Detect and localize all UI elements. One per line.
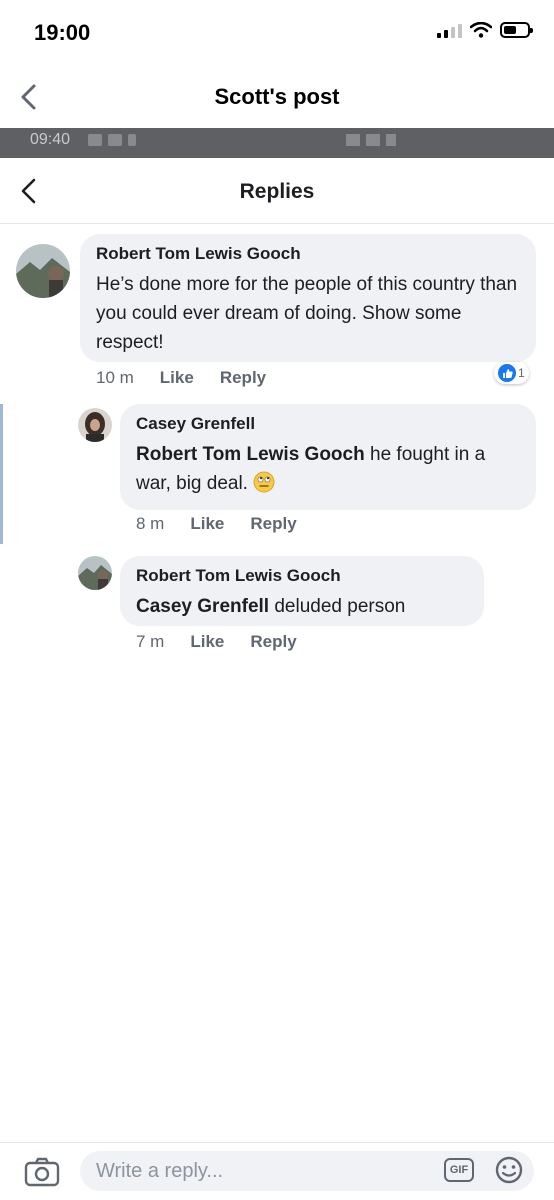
reaction-count: 1 bbox=[518, 366, 525, 380]
comment-text: He’s done more for the people of this co… bbox=[96, 274, 518, 353]
comment-timestamp: 7 m bbox=[136, 632, 165, 651]
wifi-icon bbox=[470, 22, 492, 38]
replies-header: Replies bbox=[0, 158, 554, 224]
reply-composer: GIF bbox=[0, 1142, 554, 1200]
comment-body: deluded person bbox=[269, 596, 406, 617]
gif-button[interactable]: GIF bbox=[444, 1158, 474, 1182]
reply-thread-line bbox=[0, 404, 3, 544]
eye-roll-emoji-icon bbox=[253, 471, 275, 493]
avatar[interactable] bbox=[78, 556, 112, 590]
mention-link[interactable]: Casey Grenfell bbox=[136, 596, 269, 617]
comment-author[interactable]: Robert Tom Lewis Gooch bbox=[136, 566, 468, 586]
comment-text: Robert Tom Lewis Gooch he fought in a wa… bbox=[136, 440, 520, 498]
mention-link[interactable]: Robert Tom Lewis Gooch bbox=[136, 444, 365, 465]
comment-actions: 7 m Like Reply bbox=[136, 632, 297, 652]
status-icons bbox=[437, 22, 533, 38]
like-button[interactable]: Like bbox=[160, 368, 194, 388]
comment-actions: 8 m Like Reply bbox=[136, 514, 297, 534]
battery-icon bbox=[500, 22, 533, 38]
comment-author[interactable]: Robert Tom Lewis Gooch bbox=[96, 244, 520, 264]
comment-actions: 10 m Like Reply bbox=[96, 368, 266, 388]
avatar[interactable] bbox=[16, 244, 70, 298]
comment-bubble: Robert Tom Lewis Gooch He’s done more fo… bbox=[80, 234, 536, 362]
comment-bubble: Casey Grenfell Robert Tom Lewis Gooch he… bbox=[120, 404, 536, 510]
reply-button[interactable]: Reply bbox=[250, 514, 296, 534]
reply-button[interactable]: Reply bbox=[250, 632, 296, 652]
replies-title: Replies bbox=[239, 180, 315, 203]
embedded-notification-icons bbox=[88, 134, 136, 146]
avatar[interactable] bbox=[78, 408, 112, 442]
embedded-status-time: 09:40 bbox=[30, 131, 71, 148]
comment-author[interactable]: Casey Grenfell bbox=[136, 414, 520, 434]
comment-bubble: Robert Tom Lewis Gooch Casey Grenfell de… bbox=[120, 556, 484, 626]
reply-button[interactable]: Reply bbox=[220, 368, 266, 388]
comment-text: Casey Grenfell deluded person bbox=[136, 592, 468, 621]
like-reaction-icon bbox=[498, 364, 516, 382]
reaction-summary[interactable]: 1 bbox=[494, 362, 529, 384]
comment-timestamp: 10 m bbox=[96, 368, 134, 387]
like-button[interactable]: Like bbox=[190, 514, 224, 534]
replies-sheet: Replies Robert Tom Lewis Gooch He’s done… bbox=[0, 158, 554, 1200]
status-bar: 19:00 bbox=[0, 0, 554, 66]
status-time: 19:00 bbox=[34, 20, 91, 45]
post-header: Scott's post bbox=[0, 66, 554, 128]
camera-icon[interactable] bbox=[24, 1157, 60, 1187]
like-button[interactable]: Like bbox=[190, 632, 224, 652]
comment-timestamp: 8 m bbox=[136, 514, 165, 533]
emoji-icon[interactable] bbox=[494, 1155, 524, 1185]
embedded-status-icons bbox=[346, 134, 396, 146]
page-title: Scott's post bbox=[214, 84, 340, 109]
embedded-status-bar: 09:40 bbox=[0, 128, 554, 158]
signal-icon bbox=[437, 22, 462, 38]
